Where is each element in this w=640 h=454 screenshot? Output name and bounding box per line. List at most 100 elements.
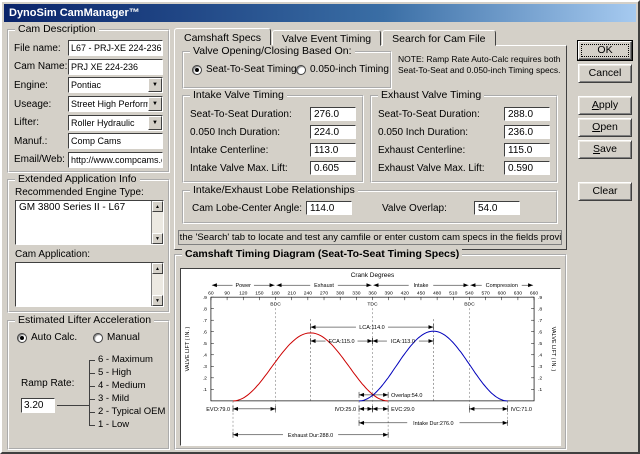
svg-text:360: 360 <box>368 291 377 297</box>
lobe-center-angle-input[interactable]: 114.0 <box>306 201 352 215</box>
valve-basis-group: Valve Opening/Closing Based On: Seat-To-… <box>182 51 392 89</box>
useage-dropdown-icon[interactable]: ▼ <box>148 97 162 111</box>
svg-text:Intake Dur:276.0: Intake Dur:276.0 <box>413 421 453 427</box>
intake-s2s-duration-input[interactable]: 276.0 <box>310 107 356 121</box>
scale-item-medium: 4 - Medium <box>98 380 146 391</box>
inch-timing-label: 0.050-inch Timing <box>310 64 389 75</box>
svg-text:150: 150 <box>255 291 264 297</box>
manual-radio[interactable]: Manual <box>93 332 140 343</box>
radio-selected-icon <box>192 65 202 75</box>
svg-text:.3: .3 <box>538 364 542 370</box>
ok-button[interactable]: OK <box>578 41 632 60</box>
timing-diagram-chartbox: Crank DegreesPowerExhaustIntakeCompressi… <box>180 268 561 446</box>
scroll-up-icon[interactable]: ▲ <box>152 201 163 212</box>
svg-text:Crank Degrees: Crank Degrees <box>351 272 395 279</box>
file-name-input[interactable]: L67 - PRJ-XE 224-236 +1.6:1... <box>68 40 163 56</box>
lifter-accel-title: Estimated Lifter Acceleration <box>15 314 154 326</box>
manual-label: Manual <box>107 332 140 343</box>
valve-basis-title: Valve Opening/Closing Based On: <box>190 45 355 57</box>
engine-dropdown-icon[interactable]: ▼ <box>148 78 162 92</box>
cam-application-textarea[interactable]: ▲ ▼ <box>15 262 164 307</box>
svg-text:600: 600 <box>498 291 507 297</box>
svg-text:.1: .1 <box>203 387 207 393</box>
svg-text:Exhaust Dur:288.0: Exhaust Dur:288.0 <box>288 433 333 439</box>
valve-overlap-input[interactable]: 54.0 <box>474 201 520 215</box>
cam-application-text <box>16 263 163 265</box>
scroll-down-icon[interactable]: ▼ <box>152 233 163 244</box>
svg-text:270: 270 <box>320 291 329 297</box>
svg-text:LCA:114.0: LCA:114.0 <box>359 325 384 331</box>
lifter-accel-group: Estimated Lifter Acceleration Auto Calc.… <box>7 320 170 450</box>
search-hint-bar: Use the 'Search' tab to locate and test … <box>178 230 562 245</box>
svg-text:VALVE LIFT ( IN. ): VALVE LIFT ( IN. ) <box>550 327 556 372</box>
inch-timing-radio[interactable]: 0.050-inch Timing <box>296 64 389 75</box>
svg-text:450: 450 <box>417 291 426 297</box>
svg-text:510: 510 <box>449 291 458 297</box>
exhaust-valve-timing-title: Exhaust Valve Timing <box>378 89 484 101</box>
intake-valve-timing-title: Intake Valve Timing <box>190 89 287 101</box>
scale-item-high: 5 - High <box>98 367 131 378</box>
open-button[interactable]: Open <box>578 118 632 137</box>
cam-name-input[interactable]: PRJ XE 224-236 <box>68 59 163 75</box>
email-web-label: Email/Web: <box>14 154 68 165</box>
engine-select[interactable]: Pontiac ▼ <box>68 77 163 93</box>
exhaust-max-lift-input[interactable]: 0.590 <box>504 161 550 175</box>
scroll-down-icon[interactable]: ▼ <box>152 295 163 306</box>
svg-text:570: 570 <box>481 291 490 297</box>
svg-text:Exhaust: Exhaust <box>314 283 334 289</box>
exhaust-s2s-duration-input[interactable]: 288.0 <box>504 107 550 121</box>
save-button[interactable]: Save <box>578 140 632 159</box>
intake-max-lift-input[interactable]: 0.605 <box>310 161 356 175</box>
exhaust-050-duration-input[interactable]: 236.0 <box>504 125 550 139</box>
cancel-button[interactable]: Cancel <box>578 64 632 83</box>
scale-item-low: 1 - Low <box>98 419 129 430</box>
scroll-up-icon[interactable]: ▲ <box>152 263 163 274</box>
manuf-label: Manuf.: <box>14 136 68 147</box>
intake-050-duration-input[interactable]: 224.0 <box>310 125 356 139</box>
exhaust-centerline-input[interactable]: 115.0 <box>504 143 550 157</box>
tab-valve-event-timing[interactable]: Valve Event Timing <box>272 30 381 46</box>
scale-tick <box>89 360 95 361</box>
svg-text:BDC: BDC <box>270 302 281 308</box>
auto-calc-radio[interactable]: Auto Calc. <box>17 332 77 343</box>
svg-text:.6: .6 <box>538 330 542 336</box>
tab-search-for-cam-file[interactable]: Search for Cam File <box>382 30 495 46</box>
engine-type-textarea[interactable]: GM 3800 Series II - L67 ▲ ▼ <box>15 200 164 245</box>
svg-text:TDC: TDC <box>367 302 378 308</box>
intake-050-duration-label: 0.050 Inch Duration: <box>190 127 280 138</box>
exhaust-050-duration-label: 0.050 Inch Duration: <box>378 127 468 138</box>
file-name-label: File name: <box>14 43 68 54</box>
engine-type-scrollbar[interactable]: ▲ ▼ <box>151 201 163 244</box>
cam-application-scrollbar[interactable]: ▲ ▼ <box>151 263 163 306</box>
extended-app-info-group: Extended Application Info Recommended En… <box>7 179 170 313</box>
seat-to-seat-radio[interactable]: Seat-To-Seat Timing <box>192 64 297 75</box>
radio-icon <box>296 65 306 75</box>
svg-text:.3: .3 <box>203 364 207 370</box>
lifter-dropdown-icon[interactable]: ▼ <box>148 116 162 130</box>
useage-select[interactable]: Street High Performance ▼ <box>68 96 163 112</box>
lifter-label: Lifter: <box>14 117 68 128</box>
scale-tick <box>89 373 95 374</box>
email-web-input[interactable]: http://www.compcams.com <box>68 152 163 168</box>
ramp-rate-input[interactable]: 3.20 <box>21 398 55 413</box>
svg-text:.6: .6 <box>203 330 207 336</box>
svg-text:IVO:25.0: IVO:25.0 <box>334 407 356 413</box>
ramp-rate-note: NOTE: Ramp Rate Auto-Calc requires both … <box>398 54 562 75</box>
file-name-row: File name: L67 - PRJ-XE 224-236 +1.6:1..… <box>9 39 168 58</box>
lifter-select[interactable]: Roller Hydraulic ▼ <box>68 115 163 131</box>
lifter-row: Lifter: Roller Hydraulic ▼ <box>9 113 168 132</box>
scale-item-typical-oem: 2 - Typical OEM <box>98 406 165 417</box>
manuf-input[interactable]: Comp Cams <box>68 133 163 149</box>
svg-text:Intake: Intake <box>414 283 429 289</box>
svg-text:60: 60 <box>208 291 214 297</box>
svg-text:.8: .8 <box>538 306 542 312</box>
lobe-center-angle-label: Cam Lobe-Center Angle: <box>192 203 302 214</box>
svg-text:EVO:79.0: EVO:79.0 <box>206 407 230 413</box>
apply-button[interactable]: Apply <box>578 96 632 115</box>
title-bar[interactable]: DynoSim CamManager™ <box>4 4 636 22</box>
clear-button[interactable]: Clear <box>578 182 632 201</box>
svg-text:.7: .7 <box>203 318 207 324</box>
lobe-relationships-group: Intake/Exhaust Lobe Relationships Cam Lo… <box>182 190 558 224</box>
manuf-row: Manuf.: Comp Cams <box>9 132 168 151</box>
intake-centerline-input[interactable]: 113.0 <box>310 143 356 157</box>
